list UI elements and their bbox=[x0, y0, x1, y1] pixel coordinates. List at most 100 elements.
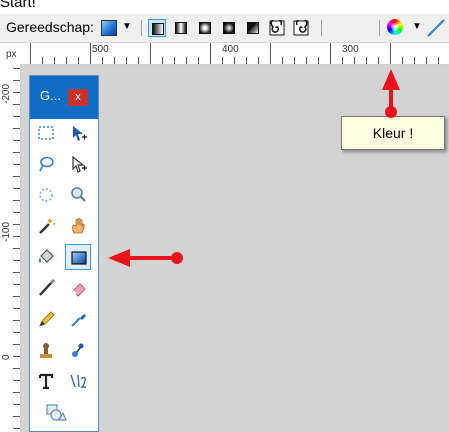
eraser-tool-button[interactable] bbox=[65, 275, 91, 301]
paint-bucket-icon bbox=[39, 249, 54, 263]
zoom-icon bbox=[71, 187, 86, 202]
ruler-tick bbox=[13, 356, 20, 357]
ruler-tick bbox=[13, 80, 20, 81]
close-button[interactable]: x bbox=[68, 89, 88, 106]
ruler-tick bbox=[13, 116, 20, 117]
spiral-ccw-gradient-icon bbox=[293, 20, 309, 36]
linear-gradient-icon bbox=[152, 23, 164, 35]
rectangle-select-tool-button[interactable] bbox=[33, 120, 59, 146]
spiral-cw-gradient-button[interactable] bbox=[268, 19, 286, 37]
magic-wand-tool-button[interactable] bbox=[33, 213, 59, 239]
pan-tool-button[interactable] bbox=[65, 213, 91, 239]
shapes-icon bbox=[46, 404, 67, 421]
ruler-tick bbox=[234, 57, 235, 64]
ruler-tick bbox=[258, 57, 259, 64]
diamond-gradient-button[interactable] bbox=[196, 19, 214, 37]
paint-bucket-tool-button[interactable] bbox=[33, 244, 59, 270]
ruler-tick bbox=[66, 57, 67, 64]
reflected-gradient-button[interactable] bbox=[172, 19, 190, 37]
clone-stamp-icon bbox=[40, 343, 52, 358]
ruler-tick bbox=[198, 57, 199, 64]
eraser-icon bbox=[72, 283, 86, 297]
ruler-tick bbox=[438, 57, 439, 64]
alpha-blending-icon[interactable] bbox=[426, 18, 446, 38]
pencil-tool-button[interactable] bbox=[33, 306, 59, 332]
ruler-tick bbox=[78, 57, 79, 64]
ruler-tick bbox=[13, 128, 20, 129]
ruler-unit: px bbox=[6, 49, 17, 60]
tools-window-title: G... bbox=[40, 88, 61, 103]
ruler-tick bbox=[354, 57, 355, 64]
ruler-tick bbox=[222, 57, 223, 64]
rectangle-select-icon bbox=[38, 126, 54, 140]
tool-dropdown-icon[interactable]: ▼ bbox=[122, 21, 132, 32]
ruler-label: -100 bbox=[1, 221, 12, 242]
ruler-tick bbox=[42, 57, 43, 64]
color-wheel-icon[interactable] bbox=[387, 19, 403, 35]
ruler-horizontal: px 500 400 300 bbox=[0, 43, 449, 65]
spiral-ccw-gradient-button[interactable] bbox=[292, 19, 310, 37]
ruler-tick bbox=[13, 428, 20, 429]
toolbar-separator bbox=[141, 20, 142, 36]
ruler-tick bbox=[126, 57, 127, 64]
ruler-tick bbox=[426, 57, 427, 64]
ruler-tick bbox=[13, 272, 20, 273]
color-picker-tool-button[interactable] bbox=[65, 306, 91, 332]
shapes-tool-button[interactable] bbox=[37, 399, 75, 425]
ruler-tick bbox=[174, 57, 175, 64]
ruler-tick bbox=[13, 332, 20, 333]
lasso-select-tool-button[interactable] bbox=[33, 151, 59, 177]
tools-window-title-bar[interactable]: G... x bbox=[30, 76, 98, 119]
lasso-select-icon bbox=[39, 156, 54, 172]
line-curve-tool-button[interactable] bbox=[65, 368, 91, 394]
ruler-tick bbox=[13, 152, 20, 153]
move-selection-icon bbox=[73, 126, 87, 141]
ruler-tick bbox=[13, 92, 20, 93]
ruler-tick bbox=[13, 188, 20, 189]
zoom-tool-button[interactable] bbox=[65, 182, 91, 208]
ruler-tick bbox=[282, 57, 283, 64]
paintbrush-tool-button[interactable] bbox=[33, 275, 59, 301]
diamond-gradient-icon bbox=[199, 22, 211, 34]
radial-gradient-button[interactable] bbox=[220, 19, 238, 37]
ruler-tick bbox=[13, 224, 20, 225]
ruler-tick bbox=[114, 57, 115, 64]
toolbar: Gereedschap: ▼ ▼ bbox=[0, 14, 449, 43]
ellipse-select-tool-button[interactable] bbox=[33, 182, 59, 208]
ruler-tick bbox=[13, 392, 20, 393]
ruler-tick bbox=[13, 176, 20, 177]
ruler-tick bbox=[13, 212, 20, 213]
recolor-tool-button[interactable] bbox=[65, 337, 91, 363]
paintbrush-icon bbox=[39, 278, 56, 296]
ruler-tick bbox=[330, 43, 331, 64]
move-selected-tool-button[interactable] bbox=[65, 151, 91, 177]
conical-gradient-button[interactable] bbox=[244, 19, 262, 37]
ruler-tick bbox=[13, 308, 20, 309]
text-tool-button[interactable] bbox=[33, 368, 59, 394]
pan-icon bbox=[72, 218, 85, 234]
ruler-tick bbox=[13, 416, 20, 417]
ruler-tick bbox=[402, 57, 403, 64]
move-selection-tool-button[interactable] bbox=[65, 120, 91, 146]
ruler-tick bbox=[318, 57, 319, 64]
ruler-tick bbox=[13, 164, 20, 165]
magic-wand-icon bbox=[39, 219, 55, 234]
color-mode-dropdown-icon[interactable]: ▼ bbox=[412, 21, 422, 32]
ruler-tick bbox=[13, 320, 20, 321]
ruler-tick bbox=[102, 57, 103, 64]
color-picker-icon bbox=[71, 314, 86, 327]
ruler-tick bbox=[414, 57, 415, 64]
ruler-tick bbox=[13, 68, 20, 69]
linear-gradient-button[interactable] bbox=[148, 19, 166, 37]
move-selected-icon bbox=[72, 155, 87, 173]
ruler-tick bbox=[246, 57, 247, 64]
ruler-tick bbox=[378, 57, 379, 64]
ellipse-select-icon bbox=[39, 188, 53, 202]
pencil-icon bbox=[39, 311, 55, 327]
clone-stamp-tool-button[interactable] bbox=[33, 337, 59, 363]
gradient-tool-button[interactable] bbox=[65, 244, 91, 270]
ruler-tick bbox=[342, 57, 343, 64]
conical-gradient-icon bbox=[247, 22, 259, 34]
active-tool-icon[interactable] bbox=[101, 20, 117, 36]
ruler-tick bbox=[150, 43, 151, 64]
